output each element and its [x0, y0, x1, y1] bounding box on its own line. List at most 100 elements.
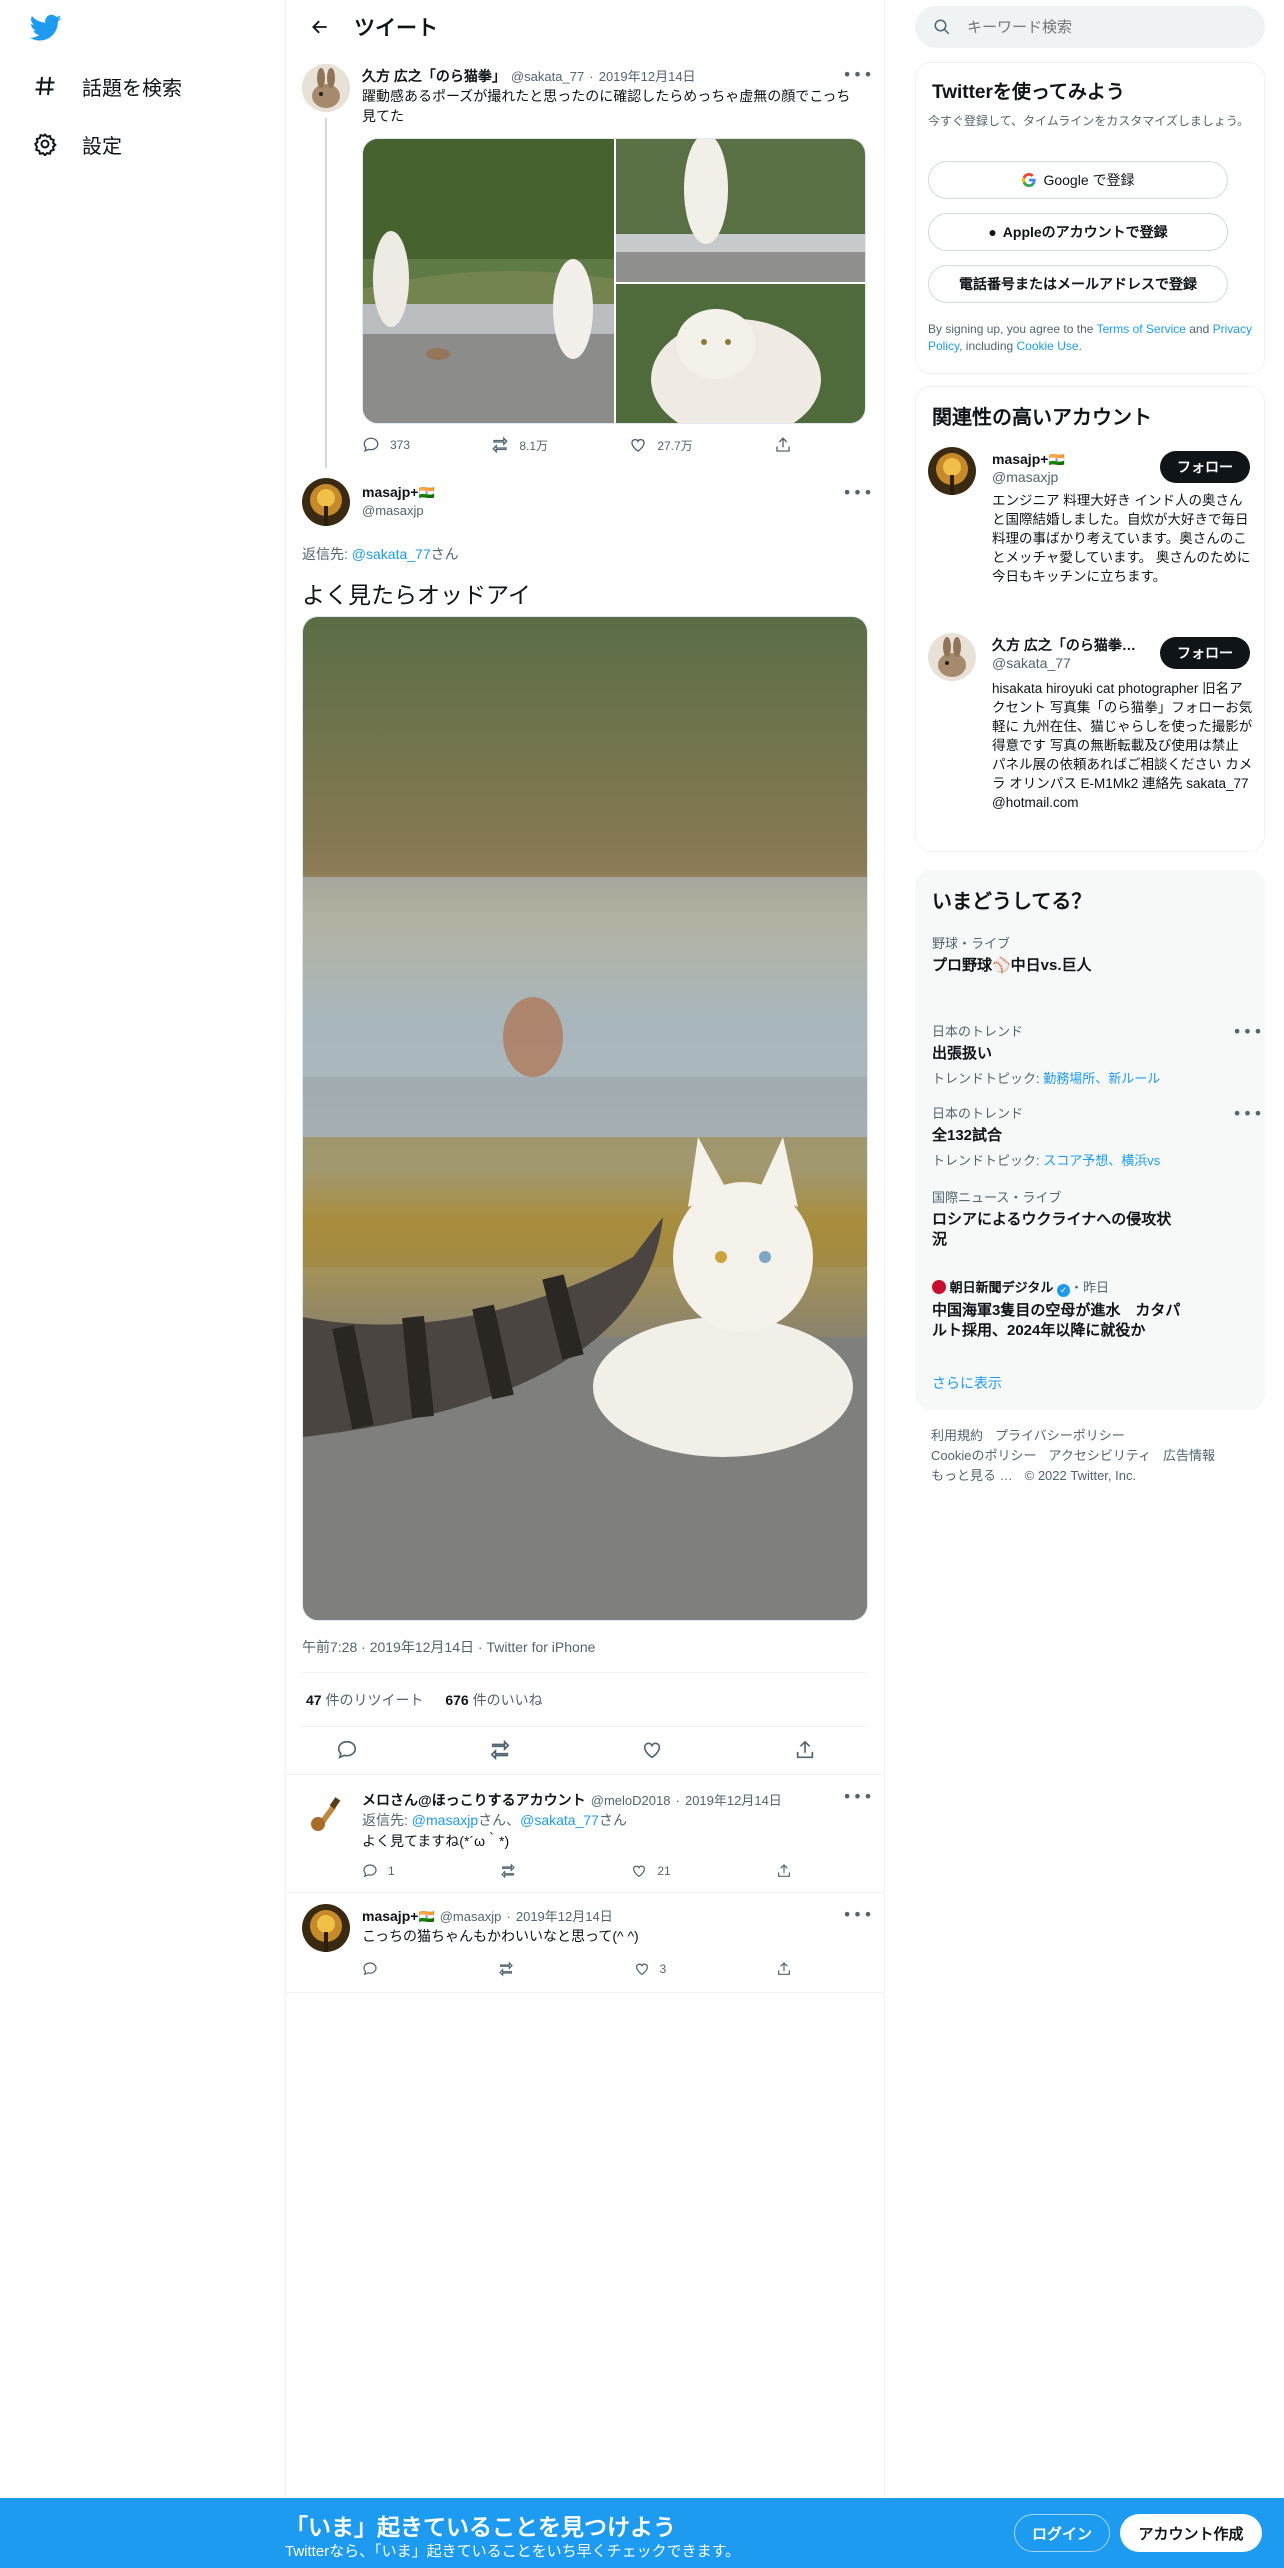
footer-link[interactable]: 広告情報	[1163, 1448, 1215, 1463]
account-name-row: masajp+🇮🇳	[992, 449, 1065, 468]
footer-link[interactable]: Cookieのポリシー	[931, 1448, 1036, 1463]
more-options-icon[interactable]: •••	[1232, 1021, 1262, 1041]
trend-topics-links[interactable]: 勤務場所、新ルール	[1043, 1071, 1160, 1086]
terms-including: , including	[959, 339, 1017, 353]
trend-topics-links[interactable]: スコア予想、横浜vs	[1043, 1153, 1160, 1168]
user-name[interactable]: 久方 広之「のら猫拳」	[362, 68, 506, 84]
trend-item[interactable]: 野球・ライブ プロ野球⚾中日vs.巨人	[932, 933, 1252, 976]
avatar[interactable]	[302, 1904, 350, 1952]
share-icon	[796, 1740, 814, 1759]
account-name[interactable]: 久方 広之「のら猫拳…	[992, 635, 1152, 655]
more-options-icon[interactable]: •••	[842, 1786, 872, 1806]
user-name[interactable]: masajp+	[362, 1908, 418, 1924]
photo-1[interactable]	[363, 139, 614, 423]
footer-link[interactable]: アクセシビリティ	[1048, 1448, 1151, 1463]
nav-explore[interactable]: 話題を検索	[30, 66, 182, 106]
avatar[interactable]	[302, 478, 350, 526]
tweet-text: よく見たらオッドアイ	[302, 582, 531, 608]
phone-email-signup-button[interactable]: 電話番号またはメールアドレスで登録	[928, 265, 1228, 303]
user-handle[interactable]: @masaxjp	[440, 1909, 502, 1924]
user-name[interactable]: masajp+	[362, 484, 418, 500]
like-button[interactable]: 21	[631, 1863, 671, 1879]
photo-3[interactable]	[616, 284, 865, 423]
trend-item[interactable]: 日本のトレンド 全132試合 トレンドトピック: スコア予想、横浜vs •••	[932, 1103, 1263, 1169]
share-button[interactable]	[774, 436, 802, 454]
like-button[interactable]: 27.7万	[629, 436, 693, 454]
avatar[interactable]	[928, 633, 976, 681]
like-button[interactable]: 3	[634, 1961, 666, 1977]
account-handle[interactable]: @masaxjp	[992, 469, 1058, 485]
reply-to-link[interactable]: @sakata_77	[520, 1812, 599, 1828]
footer-link[interactable]: 利用規約	[931, 1428, 983, 1443]
trend-name: ロシアによるウクライナへの侵攻状況	[932, 1211, 1172, 1248]
reply-to: 返信先: @masaxjpさん、@sakata_77さん	[362, 1810, 627, 1830]
trend-item[interactable]: 日本のトレンド 出張扱い トレンドトピック: 勤務場所、新ルール •••	[932, 1021, 1263, 1087]
more-options-icon[interactable]: •••	[842, 482, 872, 502]
author-name-row: masajp+🇮🇳	[362, 482, 435, 501]
account-bio: エンジニア 料理大好き インド人の奥さんと国際結婚しました。自炊が大好きで毎日料…	[992, 493, 1251, 584]
likes-stat[interactable]: 676 件のいいね	[445, 1692, 542, 1708]
nav-settings[interactable]: 設定	[30, 124, 122, 164]
retweet-button[interactable]	[498, 1961, 524, 1977]
login-button[interactable]: ログイン	[1014, 2514, 1110, 2552]
reply-button[interactable]	[336, 1739, 368, 1761]
more-options-icon[interactable]: •••	[842, 64, 872, 84]
reply-to-link[interactable]: @masaxjp	[412, 1812, 478, 1828]
user-handle[interactable]: @sakata_77	[511, 69, 584, 84]
tweet-time[interactable]: 午前7:28	[302, 1639, 357, 1655]
footer-link[interactable]: プライバシーポリシー	[995, 1428, 1125, 1443]
divider	[302, 1726, 868, 1727]
show-more-link[interactable]: さらに表示	[932, 1373, 1002, 1393]
account-handle[interactable]: @sakata_77	[992, 655, 1071, 671]
gear-icon	[30, 129, 60, 159]
terms-link[interactable]: Terms of Service	[1097, 322, 1186, 336]
account-name[interactable]: masajp+	[992, 451, 1048, 467]
tweet-date[interactable]: 2019年12月14日	[516, 1909, 613, 1924]
more-options-icon[interactable]: •••	[1232, 1103, 1262, 1123]
reply-button[interactable]	[362, 1961, 388, 1977]
search-input[interactable]	[967, 18, 1237, 36]
tweet-photo[interactable]	[302, 616, 868, 1621]
back-arrow-icon[interactable]	[300, 7, 340, 47]
follow-button[interactable]: フォロー	[1160, 637, 1250, 669]
tweet-date[interactable]: 2019年12月14日	[370, 1639, 474, 1655]
user-handle[interactable]: @meloD2018	[591, 1793, 671, 1808]
google-signup-button[interactable]: Google で登録	[928, 161, 1228, 199]
share-button[interactable]	[776, 1863, 802, 1879]
cookie-link[interactable]: Cookie Use	[1017, 339, 1079, 353]
user-name[interactable]: メロさん@ほっこりするアカウント	[362, 1792, 586, 1808]
retweet-count: 8.1万	[519, 438, 549, 453]
photo-2[interactable]	[616, 139, 865, 282]
like-button[interactable]	[641, 1739, 673, 1761]
retweet-button[interactable]: 8.1万	[491, 436, 548, 454]
avatar[interactable]	[928, 447, 976, 495]
user-handle[interactable]: @masaxjp	[362, 503, 424, 518]
reply-to-link[interactable]: @sakata_77	[352, 546, 431, 562]
reply-button[interactable]: 373	[362, 436, 410, 454]
avatar[interactable]	[302, 64, 350, 112]
heart-icon	[631, 438, 645, 452]
tweet-client[interactable]: Twitter for iPhone	[486, 1639, 595, 1655]
avatar[interactable]	[302, 1788, 350, 1836]
search-bar[interactable]	[915, 6, 1265, 48]
retweet-button[interactable]	[500, 1863, 526, 1879]
divider	[302, 1672, 868, 1673]
tweet-text: よく見てますね(*´ω｀*)	[362, 1833, 510, 1849]
tweet-date[interactable]: 2019年12月14日	[599, 69, 696, 84]
divider	[286, 1892, 884, 1893]
retweets-stat[interactable]: 47 件のリツイート	[306, 1692, 423, 1708]
apple-signup-button[interactable]: ● Appleのアカウントで登録	[928, 213, 1228, 251]
follow-button[interactable]: フォロー	[1160, 451, 1250, 483]
create-account-button[interactable]: アカウント作成	[1120, 2514, 1262, 2552]
trend-item[interactable]: 国際ニュース・ライブ ロシアによるウクライナへの侵攻状況	[932, 1187, 1182, 1250]
trend-category: 日本のトレンド	[932, 1106, 1024, 1121]
share-button[interactable]	[794, 1739, 826, 1761]
trend-item[interactable]: 朝日新聞デジタル ✓ ・昨日 中国海軍3隻目の空母が進水 カタパルト採用、2024…	[932, 1277, 1192, 1341]
reply-button[interactable]: 1	[362, 1863, 395, 1879]
more-options-icon[interactable]: •••	[842, 1904, 872, 1924]
share-button[interactable]	[776, 1961, 802, 1977]
footer-more[interactable]: もっと見る …	[931, 1468, 1013, 1483]
twitter-logo-icon[interactable]	[29, 14, 70, 46]
retweet-button[interactable]	[489, 1739, 521, 1761]
tweet-date[interactable]: 2019年12月14日	[685, 1793, 782, 1808]
